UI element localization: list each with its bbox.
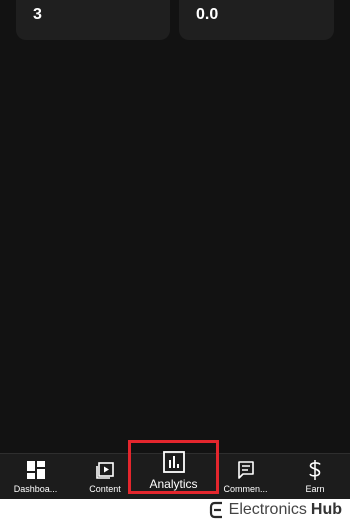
nav-label-earn: Earn	[305, 484, 325, 494]
nav-item-dashboard[interactable]: Dashboa...	[8, 454, 63, 500]
stat-card-left[interactable]: 3	[16, 0, 170, 40]
stat-value-left: 3	[33, 6, 42, 23]
bottom-navigation: Dashboa... Content Analytics Commen... E…	[0, 451, 350, 500]
nav-label-dashboard: Dashboa...	[13, 484, 58, 494]
dollar-icon	[307, 460, 323, 480]
nav-item-content[interactable]: Content	[80, 454, 130, 500]
brand-light: Electronics	[228, 501, 307, 518]
stat-card-right[interactable]: 0.0	[179, 0, 334, 40]
nav-item-comments[interactable]: Commen...	[218, 454, 273, 500]
nav-label-comments: Commen...	[223, 484, 268, 494]
nav-label-analytics: Analytics	[149, 477, 198, 491]
stat-value-right: 0.0	[196, 6, 219, 23]
nav-item-analytics[interactable]: Analytics	[131, 451, 216, 500]
analytics-icon	[162, 451, 186, 474]
comments-icon	[236, 460, 256, 480]
dashboard-icon	[26, 460, 46, 480]
nav-label-content: Content	[89, 484, 121, 494]
watermark-footer: Electronics Hub	[0, 499, 350, 523]
nav-item-earn[interactable]: Earn	[293, 454, 337, 500]
electronics-hub-logo-icon	[209, 501, 222, 519]
content-icon	[95, 460, 115, 480]
electronics-hub-logo: Electronics Hub	[209, 501, 342, 519]
brand-bold: Hub	[310, 501, 342, 518]
